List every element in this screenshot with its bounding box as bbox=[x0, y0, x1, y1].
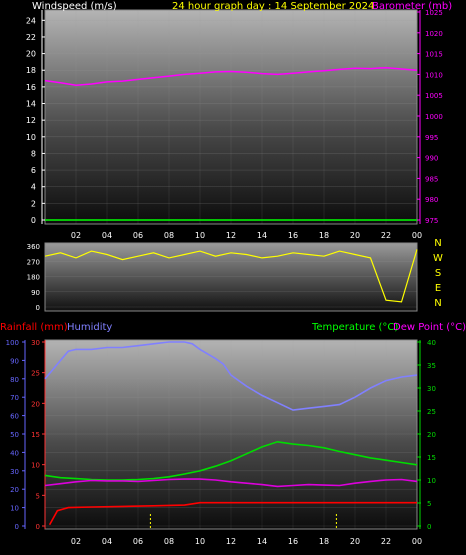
panel3-x-tick-label: 04 bbox=[102, 537, 112, 546]
humidity-tick-label: 50 bbox=[10, 431, 19, 439]
panel3-x-tick-label: 20 bbox=[350, 537, 360, 546]
weather-graph-page: Windspeed (m/s) 24 hour graph day : 14 S… bbox=[0, 0, 466, 555]
panel3-x-tick-label: 10 bbox=[195, 537, 205, 546]
panel2-direction-label: S bbox=[435, 268, 441, 279]
panel3-x-tick-label: 22 bbox=[381, 537, 391, 546]
panel1-left-tick-label: 12 bbox=[26, 116, 36, 125]
temperature-tick-label: 30 bbox=[427, 385, 436, 393]
panel1-x-tick-label: 08 bbox=[164, 231, 174, 240]
panel3-x-tick-label: 08 bbox=[164, 537, 174, 546]
panel1-left-tick-label: 4 bbox=[31, 183, 36, 192]
temperature-tick-label: 10 bbox=[427, 477, 436, 485]
panel2-direction-label: N bbox=[434, 238, 441, 249]
panel2-left-tick-label: 90 bbox=[31, 289, 40, 297]
panel3-x-tick-label: 00 bbox=[412, 537, 422, 546]
windspeed-label: Windspeed (m/s) bbox=[32, 1, 117, 12]
panel1-right-tick-label: 1020 bbox=[425, 30, 443, 38]
panel1-left-tick-label: 10 bbox=[26, 133, 36, 142]
panel1-x-tick-label: 22 bbox=[381, 231, 391, 240]
chart-title: 24 hour graph day : 14 September 2024 bbox=[172, 1, 374, 12]
panel1-left-tick-label: 22 bbox=[26, 33, 36, 42]
panel1-x-tick-label: 06 bbox=[133, 231, 143, 240]
panel1-right-tick-label: 990 bbox=[425, 155, 438, 163]
panel3-x-tick-label: 14 bbox=[257, 537, 267, 546]
panel2-left-tick-label: 0 bbox=[36, 304, 40, 312]
panel1-left-tick-label: 14 bbox=[26, 100, 36, 109]
panel3-x-tick-label: 06 bbox=[133, 537, 143, 546]
panel1-left-tick-label: 18 bbox=[26, 66, 36, 75]
humidity-tick-label: 90 bbox=[10, 357, 19, 365]
panel1-left-tick-label: 16 bbox=[26, 83, 36, 92]
dewpoint-label: Dew Point (°C) bbox=[393, 322, 466, 333]
humidity-tick-label: 40 bbox=[10, 449, 19, 457]
panel1-x-tick-label: 18 bbox=[319, 231, 329, 240]
panel1-left-tick-label: 6 bbox=[31, 166, 36, 175]
weather-charts: Windspeed (m/s) 24 hour graph day : 14 S… bbox=[0, 1, 466, 546]
panel3-x-tick-label: 16 bbox=[288, 537, 298, 546]
temperature-label: Temperature (°C) bbox=[311, 322, 398, 333]
humidity-tick-label: 100 bbox=[6, 339, 19, 347]
panel1-right-tick-label: 995 bbox=[425, 134, 438, 142]
panel1-right-tick-label: 1000 bbox=[425, 113, 443, 121]
temperature-tick-label: 40 bbox=[427, 339, 436, 347]
humidity-tick-label: 30 bbox=[10, 468, 19, 476]
panel1-right-tick-label: 1010 bbox=[425, 71, 443, 79]
panel3-x-tick-label: 12 bbox=[226, 537, 236, 546]
rainfall-tick-label: 20 bbox=[31, 400, 40, 408]
panel1-left-tick-label: 2 bbox=[31, 199, 36, 208]
humidity-tick-label: 60 bbox=[10, 413, 19, 421]
panel1-left-tick-label: 24 bbox=[26, 16, 36, 25]
humidity-tick-label: 80 bbox=[10, 376, 19, 384]
rainfall-tick-label: 15 bbox=[31, 431, 40, 439]
humidity-tick-label: 0 bbox=[15, 523, 19, 531]
panel1-right-tick-label: 975 bbox=[425, 217, 438, 225]
rainfall-label: Rainfall (mm) bbox=[0, 322, 68, 333]
panel1-x-tick-label: 12 bbox=[226, 231, 236, 240]
panel2-left-tick-label: 360 bbox=[27, 243, 40, 251]
panel1-x-tick-label: 16 bbox=[288, 231, 298, 240]
panel1-right-tick-label: 1025 bbox=[425, 9, 443, 17]
temperature-tick-label: 35 bbox=[427, 362, 436, 370]
panel1-left-tick-label: 0 bbox=[31, 216, 36, 225]
rainfall-tick-label: 10 bbox=[31, 462, 40, 470]
panel1-x-tick-label: 20 bbox=[350, 231, 360, 240]
panel2-direction-label: N bbox=[434, 298, 441, 309]
rainfall-tick-label: 0 bbox=[36, 523, 40, 531]
rainfall-tick-label: 5 bbox=[36, 492, 40, 500]
humidity-tick-label: 70 bbox=[10, 394, 19, 402]
rainfall-tick-label: 25 bbox=[31, 370, 40, 378]
humidity-tick-label: 20 bbox=[10, 486, 19, 494]
panel1-x-tick-label: 14 bbox=[257, 231, 267, 240]
humidity-tick-label: 10 bbox=[10, 505, 19, 513]
panel2-left-tick-label: 270 bbox=[27, 258, 40, 266]
panel1-x-tick-label: 00 bbox=[412, 231, 422, 240]
panel1-right-tick-label: 1005 bbox=[425, 92, 443, 100]
panel1-right-tick-label: 1015 bbox=[425, 51, 443, 59]
panel3-x-tick-label: 02 bbox=[71, 537, 81, 546]
rainfall-tick-label: 30 bbox=[31, 339, 40, 347]
temperature-tick-label: 15 bbox=[427, 454, 436, 462]
panel1-right-tick-label: 985 bbox=[425, 175, 438, 183]
panel1-x-tick-label: 04 bbox=[102, 231, 112, 240]
temperature-tick-label: 25 bbox=[427, 408, 436, 416]
panel2-direction-label: E bbox=[435, 283, 441, 294]
panel2-direction-label: W bbox=[433, 253, 443, 264]
panel1-right-tick-label: 980 bbox=[425, 196, 438, 204]
panel1-x-tick-label: 02 bbox=[71, 231, 81, 240]
temperature-tick-label: 5 bbox=[427, 500, 431, 508]
panel1-x-tick-label: 10 bbox=[195, 231, 205, 240]
panel3-x-tick-label: 18 bbox=[319, 537, 329, 546]
humidity-label: Humidity bbox=[67, 322, 112, 333]
temperature-tick-label: 0 bbox=[427, 523, 431, 531]
panel1-left-tick-label: 20 bbox=[26, 50, 36, 59]
temperature-tick-label: 20 bbox=[427, 431, 436, 439]
panel1-left-tick-label: 8 bbox=[31, 149, 36, 158]
panel2-left-tick-label: 180 bbox=[27, 274, 40, 282]
